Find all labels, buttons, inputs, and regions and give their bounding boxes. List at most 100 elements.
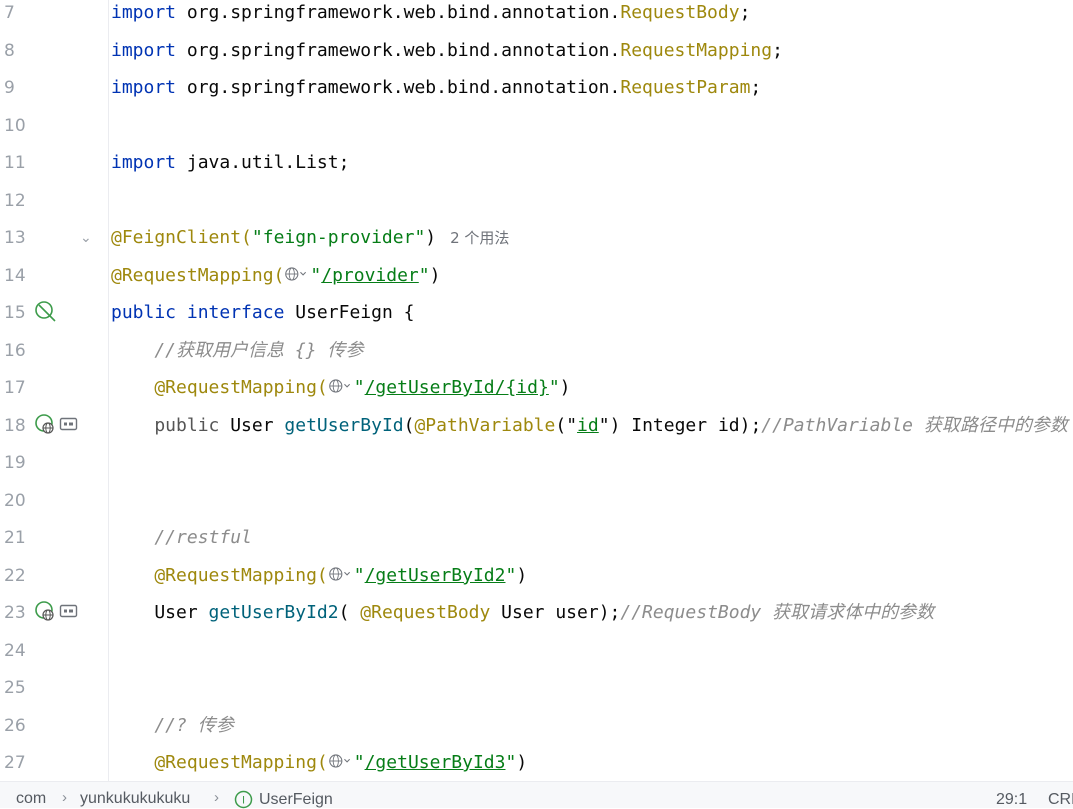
chevron-right-icon: › <box>62 789 67 806</box>
code-line[interactable]: 19 <box>0 450 1073 488</box>
breadcrumb-package[interactable]: yunkukukukuku <box>80 790 190 808</box>
code-token: @RequestMapping( <box>111 377 328 398</box>
line-number: 8 <box>4 40 15 61</box>
url-globe-icon[interactable] <box>328 377 354 395</box>
code-line[interactable]: 23 User getUserById2( @RequestBody User … <box>0 600 1073 638</box>
code-token: @FeignClient( <box>111 227 252 248</box>
code-token: import <box>111 152 177 173</box>
line-ending[interactable]: CRLF <box>1048 791 1073 809</box>
code-token: ") Integer id); <box>598 414 762 436</box>
code-token: " <box>353 752 365 773</box>
code-token: /provider <box>321 264 419 286</box>
line-number: 13 <box>4 228 26 248</box>
code-token: @RequestMapping( <box>111 564 328 586</box>
code-token: java.util.List; <box>176 152 350 173</box>
endpoint-globe-icon[interactable] <box>34 413 58 437</box>
code-line[interactable]: 17 @RequestMapping("/getUserById/{id}") <box>0 375 1073 413</box>
breadcrumb-userfeign[interactable]: I UserFeign <box>234 790 333 809</box>
code-line[interactable]: 13 ⌄ @FeignClient("feign-provider") 2 个用法 <box>0 225 1073 263</box>
code-token: ( <box>403 414 415 436</box>
line-number: 24 <box>4 640 26 661</box>
code-text: @RequestMapping("/provider") <box>111 263 440 301</box>
line-number: 9 <box>4 78 15 98</box>
url-globe-icon[interactable] <box>328 752 354 770</box>
code-token: RequestParam <box>620 77 751 98</box>
http-client-icon[interactable] <box>59 602 79 622</box>
endpoint-globe-icon[interactable] <box>34 600 58 624</box>
code-token: //获取用户信息 {} 传参 <box>111 339 364 361</box>
usages-inlay-hint[interactable]: 2 个用法 <box>450 229 509 247</box>
breadcrumb-label: UserFeign <box>259 790 333 808</box>
code-line[interactable]: 14 @RequestMapping("/provider") <box>0 263 1073 301</box>
code-text: User getUserById2( @RequestBody User use… <box>111 600 934 638</box>
code-token: " <box>353 564 365 586</box>
code-text: //获取用户信息 {} 传参 <box>111 338 363 376</box>
status-bar: com › yunkukukukuku › I UserFeign 29:1 C… <box>0 781 1073 809</box>
code-text: import java.util.List; <box>111 150 349 188</box>
code-line[interactable]: 20 <box>0 488 1073 526</box>
breadcrumb-com[interactable]: com <box>16 790 46 808</box>
line-number: 25 <box>4 678 26 698</box>
code-line[interactable]: 25 <box>0 675 1073 713</box>
fold-chevron-icon[interactable]: ⌄ <box>80 230 92 246</box>
cursor-position[interactable]: 29:1 <box>996 791 1027 809</box>
code-token: getUserById <box>284 414 404 436</box>
line-number: 21 <box>4 528 26 548</box>
line-number: 22 <box>4 565 26 586</box>
code-token: getUserById2 <box>208 602 339 623</box>
code-token: ) <box>516 752 528 773</box>
code-token: //restful <box>111 527 252 548</box>
implemented-icon[interactable] <box>34 300 58 324</box>
code-token: @PathVariable <box>414 414 556 436</box>
code-token: org.springframework.web.bind.annotation. <box>176 77 621 98</box>
url-globe-icon[interactable] <box>284 265 310 283</box>
line-number: 7 <box>4 3 15 23</box>
line-number: 14 <box>4 265 26 286</box>
code-token: ) <box>559 377 571 398</box>
code-token: " <box>505 564 517 586</box>
svg-text:I: I <box>242 795 245 807</box>
code-token: import <box>111 2 177 23</box>
code-line[interactable]: 7 import org.springframework.web.bind.ann… <box>0 0 1073 38</box>
chevron-right-icon: › <box>214 789 219 806</box>
code-token: public <box>111 302 177 323</box>
line-number: 19 <box>4 453 26 473</box>
code-line[interactable]: 21 //restful <box>0 525 1073 563</box>
code-line[interactable]: 27 @RequestMapping("/getUserById3") <box>0 750 1073 781</box>
code-line[interactable]: 10 <box>0 113 1073 151</box>
code-token: ( <box>338 602 361 623</box>
code-editor[interactable]: 7 import org.springframework.web.bind.ann… <box>0 0 1073 781</box>
code-line[interactable]: 11 import java.util.List; <box>0 150 1073 188</box>
code-token: id <box>577 414 599 436</box>
code-token: ; <box>772 39 783 61</box>
line-number: 16 <box>4 340 26 361</box>
code-line[interactable]: 18 public User getUserById(@PathVariable… <box>0 413 1073 451</box>
code-line[interactable]: 16 //获取用户信息 {} 传参 <box>0 338 1073 376</box>
code-line[interactable]: 8 import org.springframework.web.bind.ann… <box>0 38 1073 76</box>
code-token: ) <box>516 564 528 586</box>
line-number: 17 <box>4 378 26 398</box>
code-text: @RequestMapping("/getUserById3") <box>111 750 527 781</box>
code-token: ) <box>425 227 437 248</box>
code-line[interactable]: 26 //? 传参 <box>0 713 1073 751</box>
http-client-icon[interactable] <box>59 415 79 435</box>
code-line[interactable]: 12 <box>0 188 1073 226</box>
code-text: @RequestMapping("/getUserById/{id}") <box>111 375 571 413</box>
code-token: interface <box>186 302 285 323</box>
code-line[interactable]: 15 public interface UserFeign { <box>0 300 1073 338</box>
code-token: @RequestMapping( <box>111 752 328 773</box>
code-token: /getUserById2 <box>364 564 506 586</box>
line-number: 23 <box>4 603 26 623</box>
code-line[interactable]: 9 import org.springframework.web.bind.ann… <box>0 75 1073 113</box>
code-token: /getUserById3 <box>364 752 506 773</box>
code-line[interactable]: 24 <box>0 638 1073 676</box>
code-token: " <box>353 377 365 398</box>
url-globe-icon[interactable] <box>328 565 354 583</box>
code-line[interactable]: 22 @RequestMapping( "/getUserById2") <box>0 563 1073 601</box>
line-number: 26 <box>4 715 26 736</box>
code-token: import <box>111 77 177 98</box>
line-number: 27 <box>4 753 26 773</box>
code-token: User <box>230 414 285 436</box>
code-text: @FeignClient("feign-provider") 2 个用法 <box>111 225 509 263</box>
